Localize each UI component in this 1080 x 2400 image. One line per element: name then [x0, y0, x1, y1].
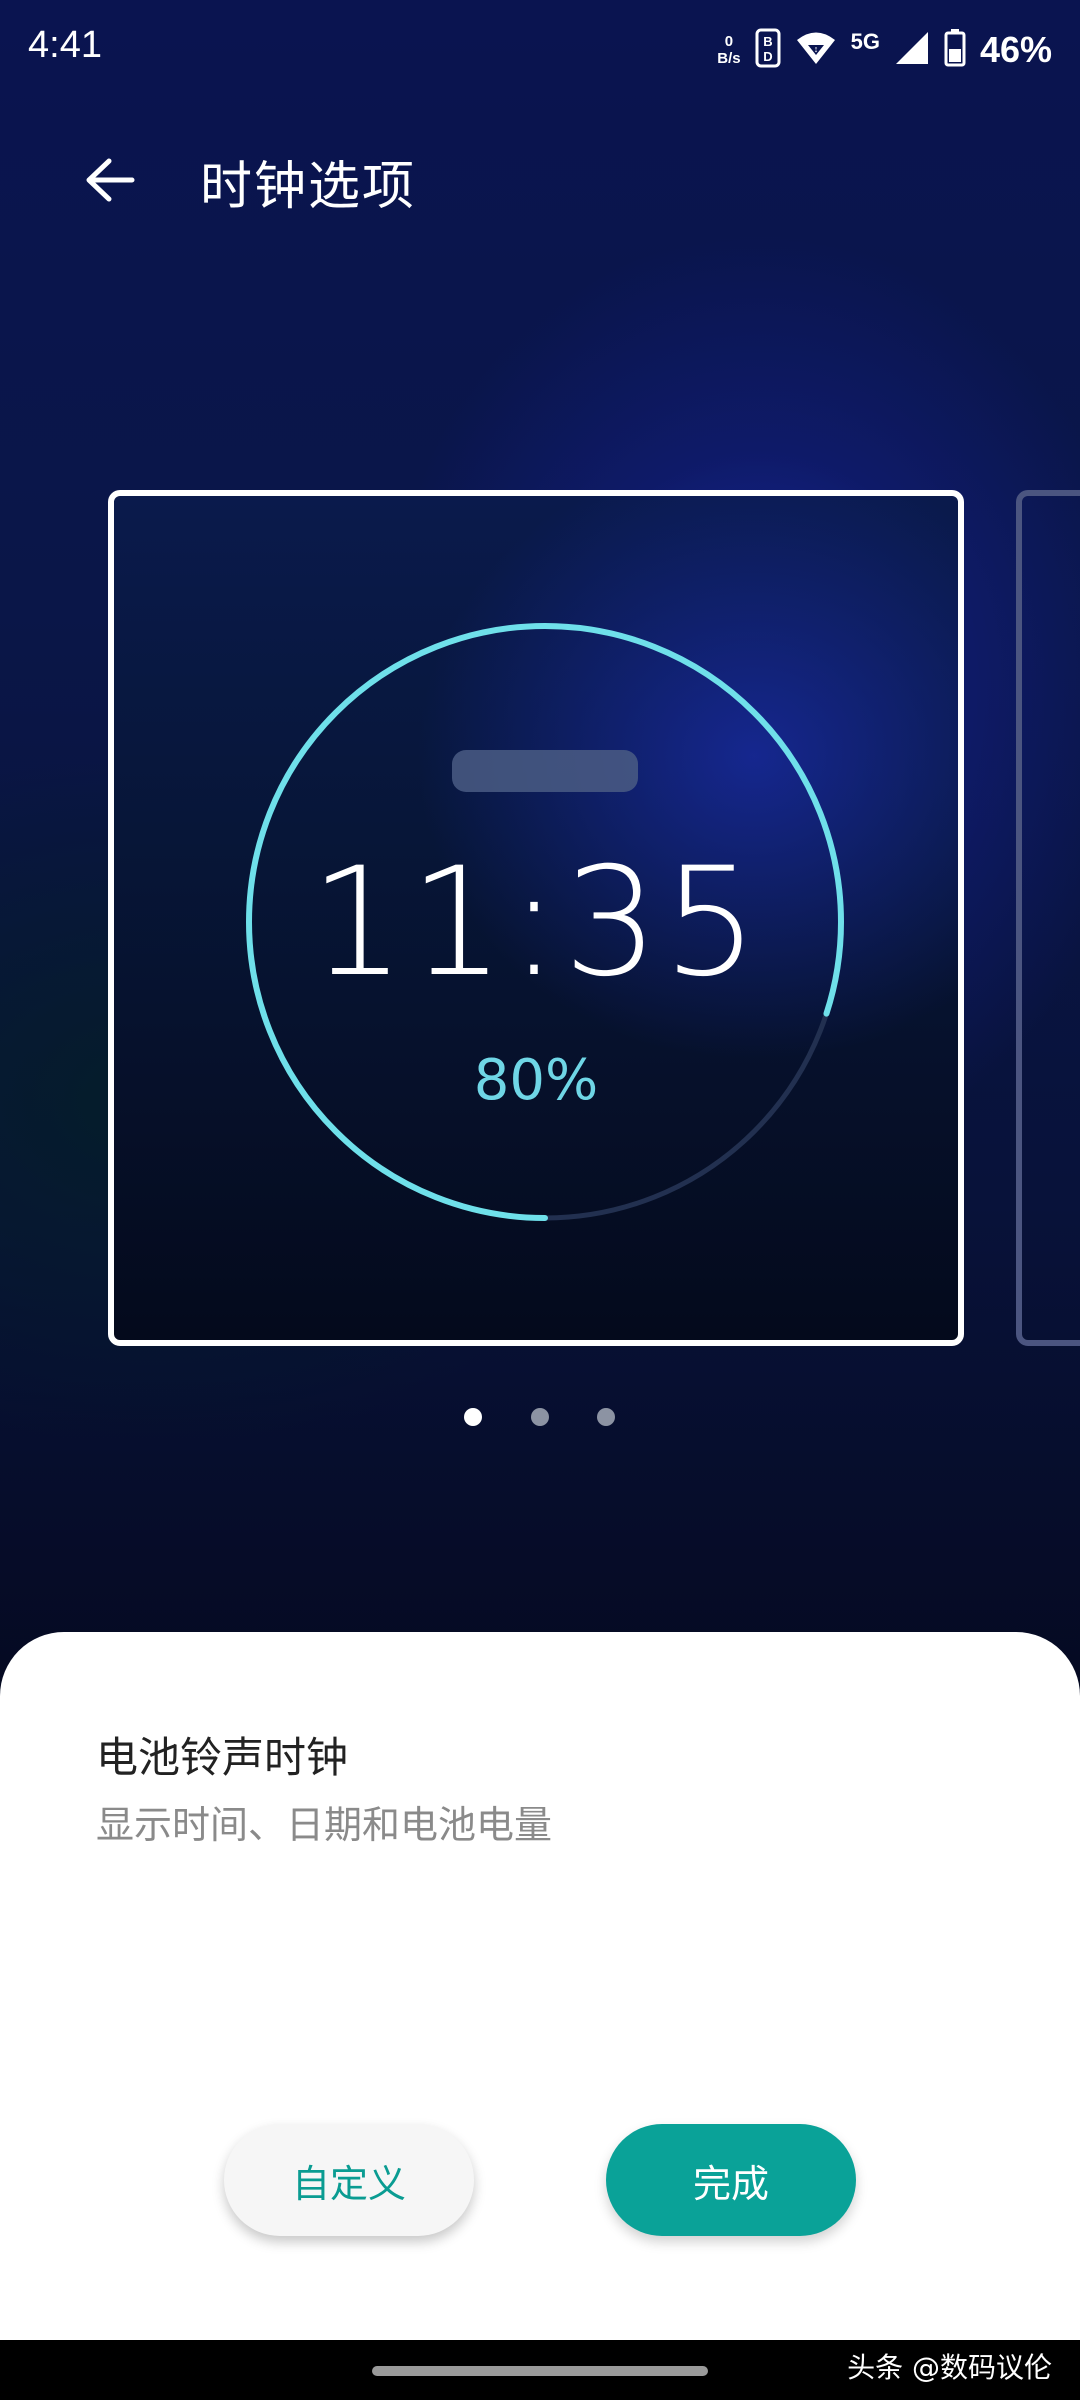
network-speed-unit: B/s	[717, 50, 741, 67]
cellular-signal-icon	[894, 30, 930, 70]
watermark: 头条 @数码议伦	[847, 2351, 1052, 2384]
status-icons: 0 B/s B D ↕ 5G 46%	[717, 22, 1052, 78]
date-placeholder-pill	[452, 750, 638, 792]
back-button[interactable]	[70, 150, 150, 210]
status-time: 4:41	[28, 24, 102, 66]
clock-battery-level: 80%	[473, 1048, 599, 1113]
clock-time: 11:35	[309, 836, 763, 1010]
clock-preview-card[interactable]: 11:35 80%	[108, 490, 964, 1346]
battery-percent: 46%	[979, 29, 1052, 70]
clock-style-title: 电池铃声时钟	[96, 1733, 349, 1782]
svg-text:B: B	[763, 34, 772, 49]
pager-dots	[0, 1408, 1080, 1432]
pager-dot-2[interactable]	[531, 1408, 549, 1426]
clock-style-description: 显示时间、日期和电池电量	[96, 1803, 553, 1847]
data-saver-icon: B D	[755, 28, 781, 72]
status-bar: 4:41 0 B/s B D ↕ 5G 46%	[0, 0, 1080, 100]
pager-dot-3[interactable]	[597, 1408, 615, 1426]
customize-button[interactable]: 自定义	[224, 2124, 474, 2236]
clock-options-sheet: 电池铃声时钟 显示时间、日期和电池电量 自定义 完成	[0, 1632, 1080, 2340]
arrow-left-icon	[86, 158, 135, 202]
battery-icon	[944, 29, 966, 71]
page-title: 时钟选项	[200, 157, 417, 217]
wifi-icon: ↕	[795, 31, 837, 69]
svg-text:↕: ↕	[813, 44, 818, 54]
pager-dot-1[interactable]	[464, 1408, 482, 1426]
done-button[interactable]: 完成	[606, 2124, 856, 2236]
home-gesture-handle[interactable]	[372, 2366, 708, 2376]
screen: 4:41 0 B/s B D ↕ 5G 46% 时钟选项 11:35 80% 电…	[0, 0, 1080, 2400]
next-clock-preview-card[interactable]	[1016, 490, 1080, 1346]
network-speed: 0 B/s	[717, 33, 740, 67]
app-header: 时钟选项	[0, 130, 1080, 230]
network-speed-value: 0	[724, 33, 734, 50]
svg-text:D: D	[763, 49, 772, 64]
network-type: 5G	[850, 29, 880, 54]
